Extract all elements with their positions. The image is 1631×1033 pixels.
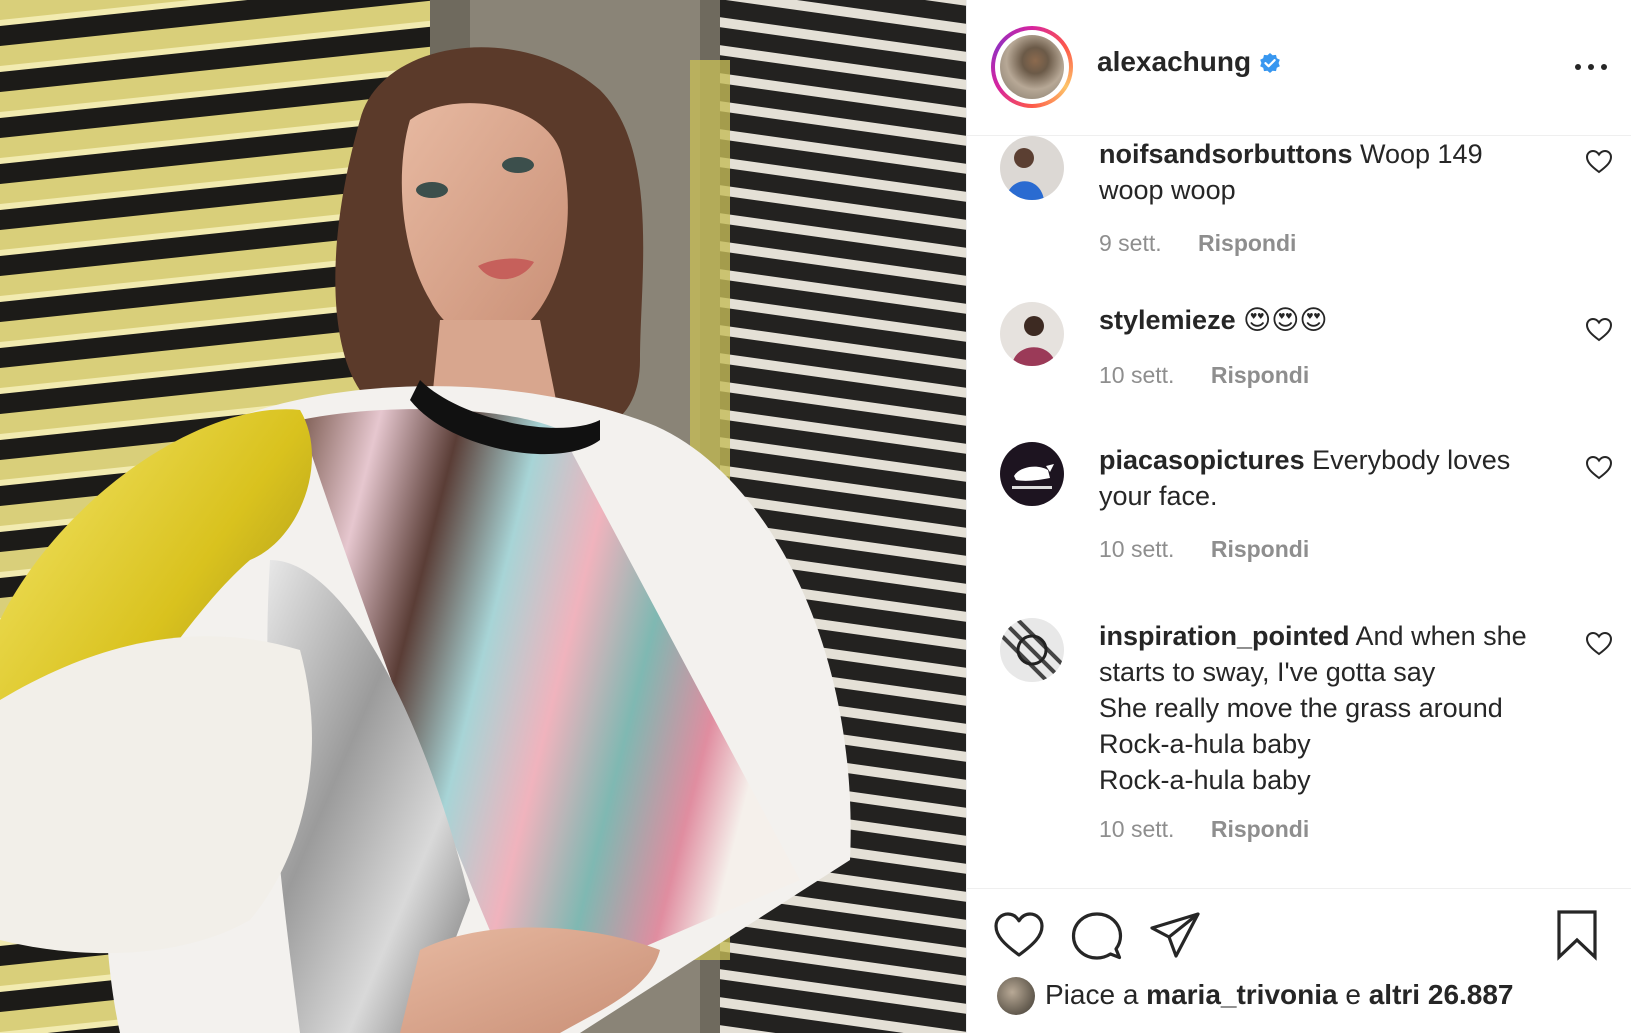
reply-button[interactable]: Rispondi xyxy=(1198,230,1296,256)
comment-meta: 10 sett. Rispondi xyxy=(1099,362,1309,389)
post-actions-bar: Piace a maria_trivonia e altri 26.887 xyxy=(967,888,1631,1033)
comment-body: 😍😍😍 xyxy=(1243,305,1328,335)
verified-badge-icon xyxy=(1260,53,1280,73)
comment-item: noifsandsorbuttons Woop 149 woop woop 9 … xyxy=(967,136,1631,296)
reply-button[interactable]: Rispondi xyxy=(1211,816,1309,842)
owner-avatar[interactable] xyxy=(991,26,1073,108)
comment-icon[interactable] xyxy=(1071,911,1123,961)
comment-time[interactable]: 10 sett. xyxy=(1099,362,1174,388)
likes-others-count[interactable]: altri 26.887 xyxy=(1369,979,1514,1010)
commenter-avatar[interactable] xyxy=(1000,302,1064,366)
comment-username[interactable]: piacasopictures xyxy=(1099,445,1305,475)
reply-button[interactable]: Rispondi xyxy=(1211,362,1309,388)
reply-button[interactable]: Rispondi xyxy=(1211,536,1309,562)
more-options-icon[interactable] xyxy=(1571,54,1611,78)
likes-joiner: e xyxy=(1337,979,1369,1010)
comments-list[interactable]: noifsandsorbuttons Woop 149 woop woop 9 … xyxy=(967,136,1631,888)
comment-like-heart-icon[interactable] xyxy=(1585,455,1613,481)
comment-like-heart-icon[interactable] xyxy=(1585,631,1613,657)
comment-meta: 9 sett. Rispondi xyxy=(1099,230,1296,257)
commenter-avatar[interactable] xyxy=(1000,442,1064,506)
heart-icon[interactable] xyxy=(993,911,1045,959)
comment-meta: 10 sett. Rispondi xyxy=(1099,536,1309,563)
liker-username[interactable]: maria_trivonia xyxy=(1146,979,1337,1010)
bookmark-icon[interactable] xyxy=(1555,909,1599,961)
comment-like-heart-icon[interactable] xyxy=(1585,317,1613,343)
comment-time[interactable]: 10 sett. xyxy=(1099,816,1174,842)
send-icon[interactable] xyxy=(1149,911,1201,959)
likes-text: Piace a maria_trivonia e altri 26.887 xyxy=(1045,979,1514,1011)
liker-avatar[interactable] xyxy=(997,977,1035,1015)
owner-username[interactable]: alexachung xyxy=(1097,46,1251,78)
comment-time[interactable]: 9 sett. xyxy=(1099,230,1162,256)
post-photo[interactable] xyxy=(0,0,966,1033)
comment-item: stylemieze 😍😍😍 10 sett. Rispondi xyxy=(967,302,1631,422)
comment-time[interactable]: 10 sett. xyxy=(1099,536,1174,562)
commenter-avatar[interactable] xyxy=(1000,136,1064,200)
comment-username[interactable]: noifsandsorbuttons xyxy=(1099,139,1352,169)
comment-username[interactable]: stylemieze xyxy=(1099,305,1236,335)
commenter-avatar[interactable] xyxy=(1000,618,1064,682)
comment-text: stylemieze 😍😍😍 xyxy=(1099,302,1569,338)
post-header: alexachung xyxy=(967,0,1631,136)
comment-text: inspiration_pointed And when she starts … xyxy=(1099,618,1569,798)
likes-prefix: Piace a xyxy=(1045,979,1147,1010)
comment-username[interactable]: inspiration_pointed xyxy=(1099,621,1350,651)
comment-item: inspiration_pointed And when she starts … xyxy=(967,618,1631,888)
comment-meta: 10 sett. Rispondi xyxy=(1099,816,1309,843)
comment-text: piacasopictures Everybody loves your fac… xyxy=(1099,442,1569,514)
post-image xyxy=(0,0,966,1033)
comment-like-heart-icon[interactable] xyxy=(1585,149,1613,175)
post-side-panel: alexachung noifsandsorbuttons Woop 149 w… xyxy=(966,0,1631,1033)
comment-text: noifsandsorbuttons Woop 149 woop woop xyxy=(1099,136,1569,208)
comment-item: piacasopictures Everybody loves your fac… xyxy=(967,442,1631,592)
